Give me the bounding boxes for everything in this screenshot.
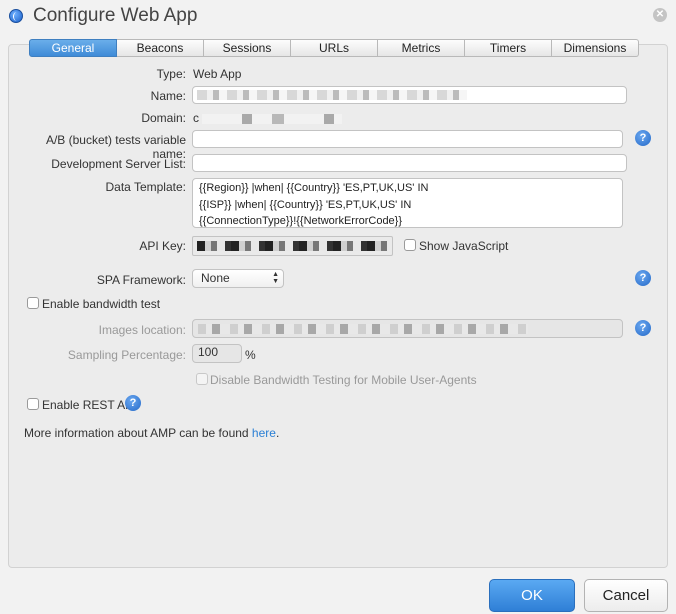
more-info-suffix: . [275,426,280,440]
domain-value: c [193,111,343,125]
sampling-percentage-label: Sampling Percentage: [67,348,186,362]
tab-timers[interactable]: Timers [465,39,552,57]
name-label: Name: [150,89,186,103]
api-key-field[interactable] [192,236,393,256]
images-location-label: Images location: [98,323,186,337]
redacted-domain [202,113,343,124]
ab-test-help-icon[interactable]: ? [635,130,651,146]
spa-framework-value: None [201,271,230,285]
redacted-name [197,90,467,100]
cancel-button[interactable]: Cancel [584,579,668,612]
data-template-textarea[interactable]: {{Region}} |when| {{Country}} 'ES,PT,UK,… [192,178,623,228]
domain-text: c [193,111,199,125]
spa-framework-select[interactable]: None ▲ ▼ [192,269,284,288]
dialog-title: Configure Web App [33,5,198,26]
show-javascript-label: Show JavaScript [419,239,509,253]
select-arrows-icon: ▲ ▼ [272,271,279,285]
tab-metrics[interactable]: Metrics [378,39,465,57]
tab-general[interactable]: General [29,39,117,57]
enable-rest-api-checkbox[interactable] [27,398,39,410]
disable-mobile-bandwidth-checkbox[interactable] [196,373,208,385]
ab-test-input[interactable] [192,130,623,148]
rest-api-help-icon[interactable]: ? [125,395,141,411]
tab-sessions[interactable]: Sessions [204,39,291,57]
dev-server-label: Development Server List: [51,157,186,171]
dev-server-input[interactable] [192,154,627,172]
globe-icon [9,9,23,23]
more-info-text: More information about AMP can be found … [24,426,279,440]
tab-urls[interactable]: URLs [291,39,378,57]
show-javascript-checkbox[interactable] [404,239,416,251]
enable-rest-api-label: Enable REST API [42,398,137,412]
more-info-prefix: More information about AMP can be found [24,426,252,440]
tab-beacons[interactable]: Beacons [117,39,204,57]
close-icon[interactable]: ✕ [653,8,667,22]
spa-framework-label: SPA Framework: [96,273,186,287]
more-info-link[interactable]: here [252,426,276,440]
spa-framework-help-icon[interactable]: ? [635,270,651,286]
images-location-help-icon[interactable]: ? [635,320,651,336]
domain-label: Domain: [141,111,186,125]
tab-dimensions[interactable]: Dimensions [552,39,639,57]
type-value: Web App [193,67,242,81]
sampling-percentage-unit: % [245,348,256,362]
type-label: Type: [156,67,186,81]
data-template-label: Data Template: [105,180,187,194]
enable-bandwidth-label: Enable bandwidth test [42,297,161,311]
name-input[interactable] [192,86,627,104]
images-location-input[interactable] [192,319,623,338]
redacted-api-key [197,241,387,251]
title-bar: Configure Web App ✕ [0,0,676,34]
tab-bar: General Beacons Sessions URLs Metrics Ti… [29,39,639,57]
redacted-images-location [198,324,528,334]
ok-button[interactable]: OK [489,579,575,612]
api-key-label: API Key: [139,239,186,253]
sampling-percentage-input[interactable]: 100 [192,344,242,363]
enable-bandwidth-checkbox[interactable] [27,297,39,309]
disable-mobile-bandwidth-label: Disable Bandwidth Testing for Mobile Use… [210,373,477,387]
